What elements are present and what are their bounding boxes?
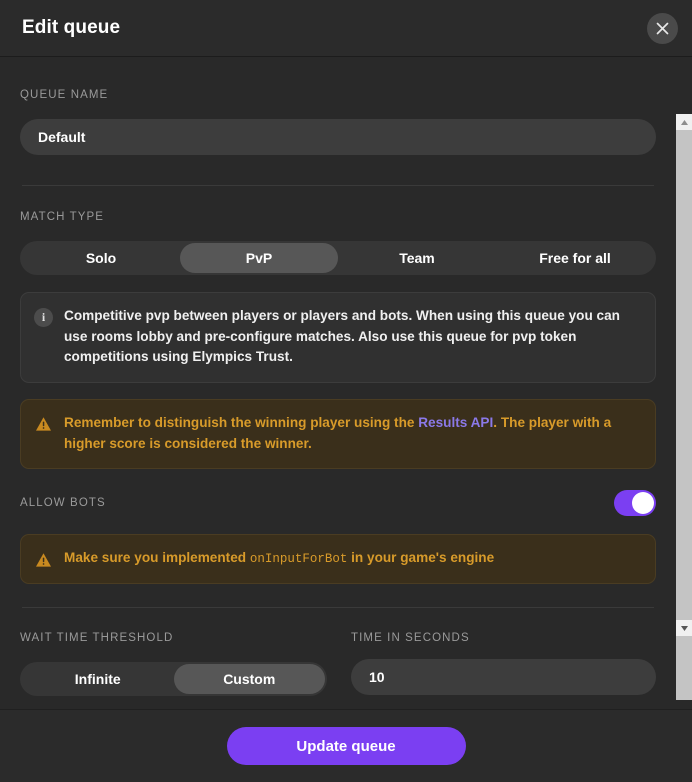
match-type-info-text: Competitive pvp between players or playe… bbox=[64, 308, 620, 365]
time-in-seconds-label: TIME IN SECONDS bbox=[351, 632, 470, 645]
allow-bots-toggle[interactable] bbox=[614, 490, 656, 517]
scrollbar-thumb[interactable] bbox=[676, 130, 692, 700]
scrollbar-down-button[interactable] bbox=[676, 620, 692, 636]
wait-time-threshold-group: WAIT TIME THRESHOLD Infinite Custom bbox=[20, 632, 327, 697]
modal-footer: Update queue bbox=[0, 709, 692, 782]
allow-bots-label: ALLOW BOTS bbox=[20, 497, 106, 510]
warning-icon bbox=[34, 415, 53, 434]
results-api-warning-text: Remember to distinguish the winning play… bbox=[64, 413, 640, 454]
match-type-option-team[interactable]: Team bbox=[338, 243, 496, 273]
warning-icon bbox=[34, 550, 53, 569]
close-button[interactable] bbox=[647, 13, 678, 44]
wait-time-option-custom[interactable]: Custom bbox=[173, 664, 325, 695]
warning-text-before: Remember to distinguish the winning play… bbox=[64, 414, 419, 430]
bot-warning-text-after: in your game's engine bbox=[347, 550, 495, 566]
time-in-seconds-input[interactable] bbox=[351, 659, 656, 696]
match-type-option-pvp[interactable]: PvP bbox=[180, 243, 338, 273]
wait-time-segmented-control[interactable]: Infinite Custom bbox=[20, 662, 327, 697]
bot-input-warning-callout: Make sure you implemented onInputForBot … bbox=[20, 534, 656, 585]
queue-name-input[interactable] bbox=[20, 119, 656, 155]
scrollbar-track[interactable] bbox=[676, 130, 692, 700]
match-type-section: MATCH TYPE Solo PvP Team Free for all bbox=[20, 211, 656, 275]
results-api-link[interactable]: Results API bbox=[418, 415, 493, 430]
match-type-option-free-for-all[interactable]: Free for all bbox=[496, 243, 654, 273]
queue-name-section: QUEUE NAME bbox=[20, 57, 656, 155]
match-type-label: MATCH TYPE bbox=[20, 211, 105, 223]
chevron-up-icon bbox=[680, 119, 688, 125]
allow-bots-section: ALLOW BOTS bbox=[20, 490, 656, 517]
queue-name-label: QUEUE NAME bbox=[20, 89, 109, 101]
match-type-option-solo[interactable]: Solo bbox=[22, 243, 180, 273]
toggle-knob bbox=[632, 492, 654, 515]
close-icon bbox=[656, 22, 669, 35]
update-queue-button[interactable]: Update queue bbox=[226, 727, 466, 765]
chevron-down-icon bbox=[680, 625, 688, 631]
page-title: Edit queue bbox=[22, 17, 121, 38]
match-type-info-callout: i Competitive pvp between players or pla… bbox=[20, 292, 656, 383]
on-input-for-bot-code: onInputForBot bbox=[249, 552, 348, 567]
results-api-warning-callout: Remember to distinguish the winning play… bbox=[20, 398, 656, 470]
scrollbar[interactable] bbox=[676, 114, 692, 700]
bot-input-warning-text: Make sure you implemented onInputForBot … bbox=[64, 548, 494, 569]
info-icon: i bbox=[34, 308, 53, 327]
scroll-content: QUEUE NAME MATCH TYPE Solo PvP Team Free… bbox=[0, 57, 676, 709]
match-type-segmented-control[interactable]: Solo PvP Team Free for all bbox=[20, 241, 656, 275]
time-in-seconds-group: TIME IN SECONDS bbox=[351, 632, 656, 696]
wait-time-option-infinite[interactable]: Infinite bbox=[22, 664, 174, 694]
edit-queue-modal: Edit queue QUEUE NAME MATCH TYPE bbox=[0, 0, 692, 782]
bot-warning-text-before: Make sure you implemented bbox=[64, 550, 250, 566]
wait-time-threshold-label: WAIT TIME THRESHOLD bbox=[20, 632, 174, 645]
modal-header: Edit queue bbox=[0, 0, 692, 57]
modal-body: QUEUE NAME MATCH TYPE Solo PvP Team Free… bbox=[0, 57, 692, 709]
scrollbar-up-button[interactable] bbox=[676, 114, 692, 130]
wait-time-section: WAIT TIME THRESHOLD Infinite Custom TIME… bbox=[20, 632, 656, 697]
